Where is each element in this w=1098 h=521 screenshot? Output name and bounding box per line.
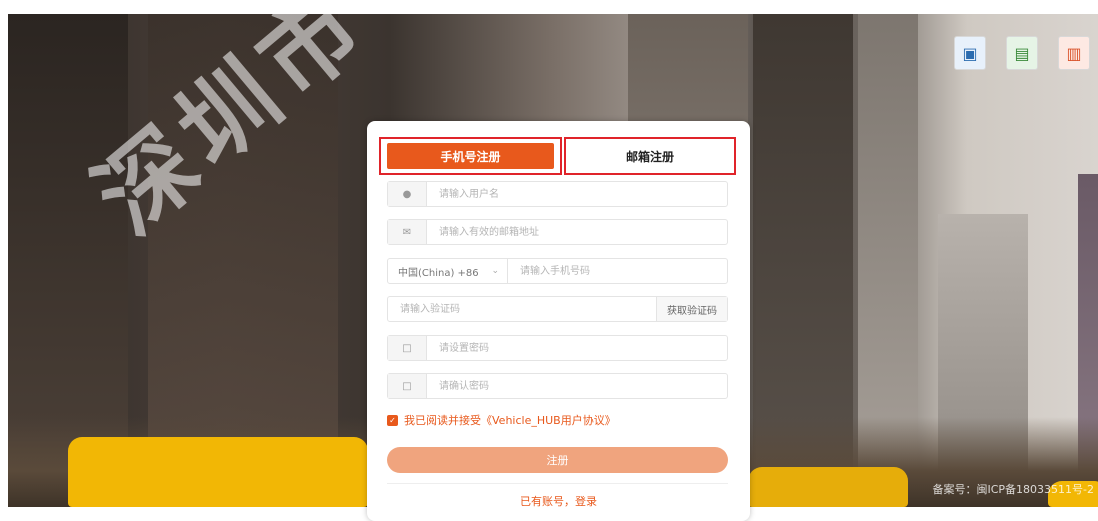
agreement-row: ✓ 我已阅读并接受 《Vehicle_HUB用户协议》 — [387, 412, 616, 428]
lock-icon: □ — [388, 336, 427, 360]
taxi — [748, 467, 908, 507]
confirm-password-field: □ — [387, 373, 728, 399]
email-field: ✉ — [387, 219, 728, 245]
get-code-button[interactable]: 获取验证码 — [656, 297, 727, 321]
tab-phone-label: 手机号注册 — [387, 143, 554, 169]
agreement-link[interactable]: 《Vehicle_HUB用户协议》 — [481, 412, 616, 428]
register-button[interactable]: 注册 — [387, 447, 728, 473]
divider — [387, 483, 728, 484]
id-card-icon[interactable]: ▣ — [954, 36, 986, 70]
email-input[interactable] — [427, 220, 727, 244]
taxi — [68, 437, 368, 507]
footer-note: 备案号：闽ICP备18033511号-2 — [932, 483, 1094, 496]
country-code-value: 中国(China) +86 — [398, 267, 479, 279]
register-panel: 手机号注册 邮箱注册 ● ✉ 中国(China) +86 ⌄ 获取验证码 □ □… — [367, 121, 750, 521]
verification-code-input[interactable] — [388, 297, 656, 321]
license-icon[interactable]: ▤ — [1006, 36, 1038, 70]
register-tabs: 手机号注册 邮箱注册 — [379, 137, 736, 175]
country-code-select[interactable]: 中国(China) +86 ⌄ — [388, 259, 508, 283]
certificate-icon[interactable]: ▥ — [1058, 36, 1090, 70]
mail-icon: ✉ — [388, 220, 427, 244]
user-icon: ● — [388, 182, 427, 206]
chevron-down-icon: ⌄ — [491, 266, 499, 276]
phone-field: 中国(China) +86 ⌄ — [387, 258, 728, 284]
phone-input[interactable] — [508, 259, 727, 283]
tab-email-register[interactable]: 邮箱注册 — [564, 137, 736, 175]
lock-icon: □ — [388, 374, 427, 398]
password-field: □ — [387, 335, 728, 361]
password-input[interactable] — [427, 336, 727, 360]
agreement-checkbox[interactable]: ✓ — [387, 414, 398, 426]
verification-code-field: 获取验证码 — [387, 296, 728, 322]
username-field: ● — [387, 181, 728, 207]
top-icon-bar: ▣ ▤ ▥ — [954, 36, 1090, 70]
tab-phone-register[interactable]: 手机号注册 — [379, 137, 562, 175]
agreement-text: 我已阅读并接受 — [404, 414, 481, 427]
confirm-password-input[interactable] — [427, 374, 727, 398]
username-input[interactable] — [427, 182, 727, 206]
